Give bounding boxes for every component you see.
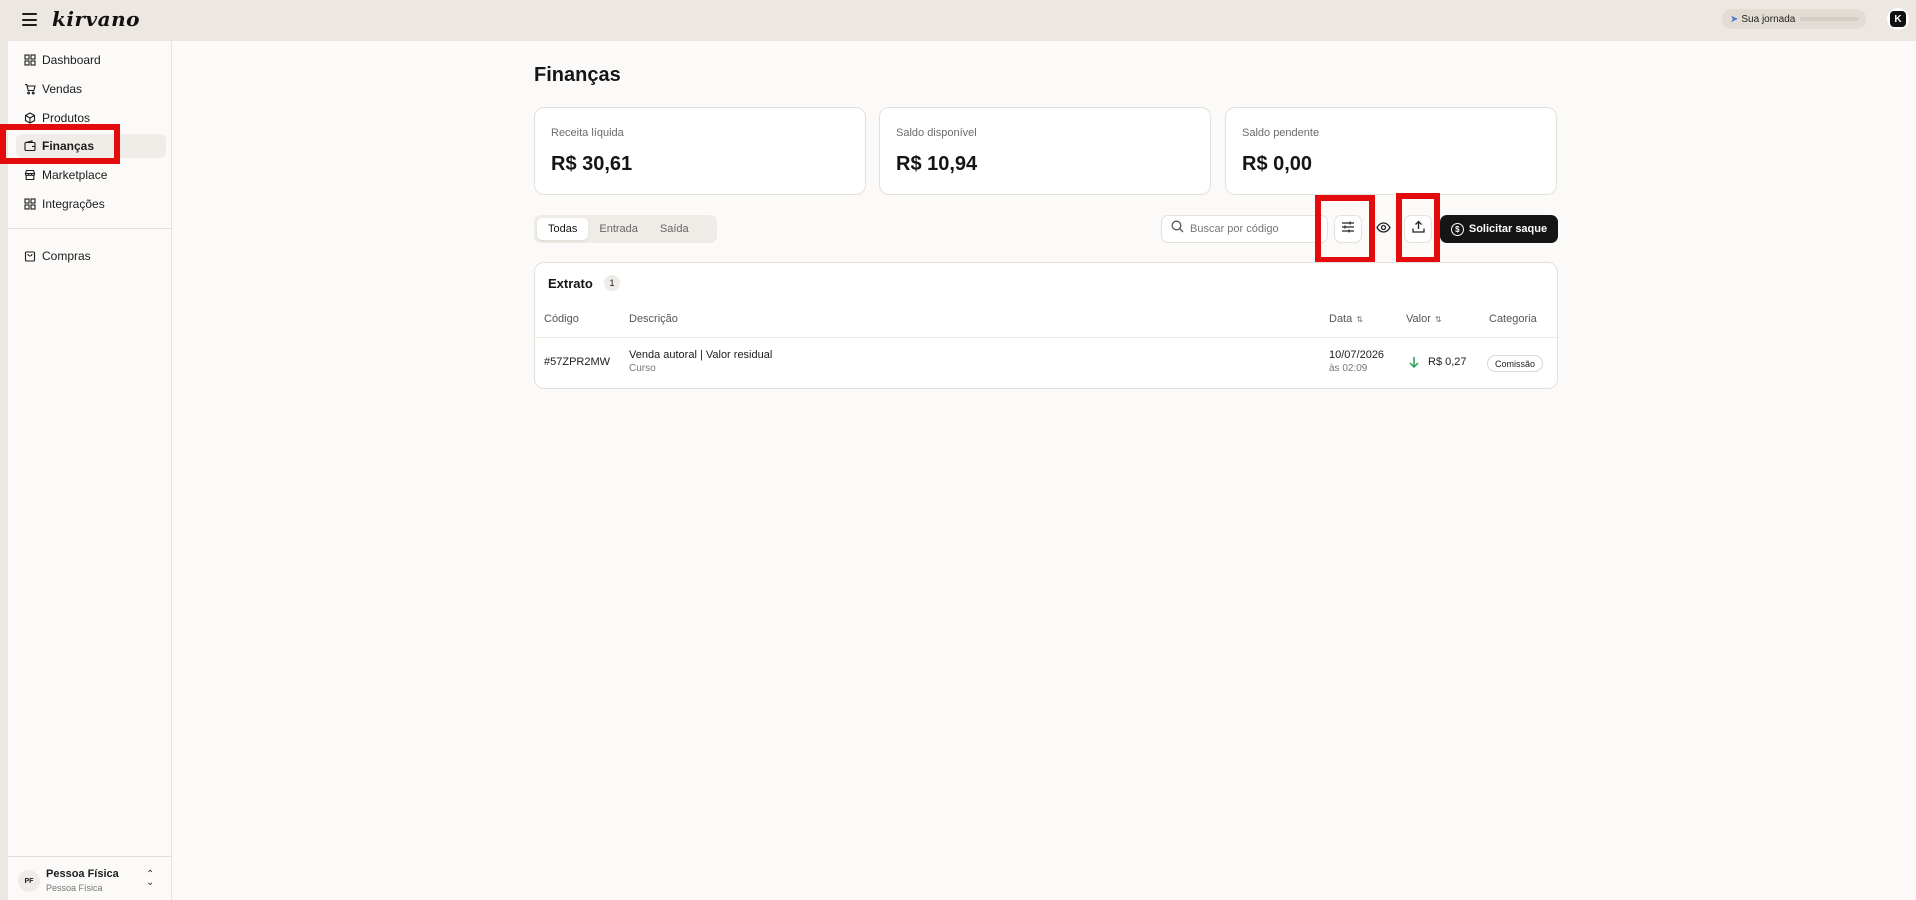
- sidebar-item-label: Finanças: [42, 139, 95, 153]
- journey-progress[interactable]: ➤ Sua jornada: [1722, 9, 1866, 29]
- sidebar-item-label: Integrações: [42, 197, 105, 211]
- menu-icon[interactable]: [22, 13, 37, 26]
- eye-icon: [1375, 220, 1391, 238]
- sidebar-item-label: Marketplace: [42, 168, 108, 182]
- row-date: 10/07/2026: [1329, 349, 1385, 361]
- column-header-data[interactable]: Data ⇅: [1329, 313, 1363, 325]
- row-time: às 02:09: [1329, 363, 1368, 374]
- sidebar-item-label: Produtos: [42, 111, 91, 125]
- card-value: R$ 10,94: [896, 153, 978, 175]
- sidebar-item-integracoes[interactable]: Integrações: [16, 192, 166, 216]
- profile-initials: PF: [18, 870, 40, 892]
- sort-icon: ⇅: [1356, 315, 1363, 324]
- sidebar-item-label: Dashboard: [42, 53, 101, 67]
- rocket-icon: ➤: [1730, 13, 1739, 25]
- column-header-valor[interactable]: Valor ⇅: [1406, 313, 1442, 325]
- sidebar-item-compras[interactable]: Compras: [16, 244, 166, 268]
- statement-table: Extrato 1 Código Descrição Data ⇅ Valor ⇅ …: [534, 262, 1558, 389]
- row-description-sub: Curso: [629, 363, 656, 374]
- card-receita-liquida: Receita líquida R$ 30,61: [534, 107, 866, 195]
- profile-name: Pessoa Física: [46, 868, 119, 880]
- sidebar-item-financas[interactable]: Finanças: [16, 134, 166, 158]
- category-badge: Comissão: [1487, 355, 1544, 372]
- avatar-letter: K: [1890, 11, 1906, 27]
- page-title: Finanças: [534, 64, 621, 86]
- filter-tabs: Todas Entrada Saída: [534, 215, 717, 243]
- filter-button[interactable]: [1334, 215, 1362, 243]
- card-saldo-disponivel: Saldo disponível R$ 10,94: [879, 107, 1211, 195]
- grid-icon: [24, 54, 36, 66]
- upload-icon: [1411, 220, 1425, 238]
- profile-switcher[interactable]: PF Pessoa Física Pessoa Física ⌃ ⌄: [8, 856, 171, 900]
- sidebar-item-produtos[interactable]: Produtos: [16, 106, 166, 130]
- card-label: Saldo pendente: [1242, 127, 1320, 139]
- store-icon: [24, 169, 36, 181]
- sidebar-item-label: Compras: [42, 249, 91, 263]
- journey-progress-bar: [1800, 17, 1858, 21]
- search-icon: [1171, 220, 1184, 238]
- row-code[interactable]: #57ZPR2MW: [544, 356, 610, 368]
- sidebar: Dashboard Vendas Produtos Finanças Marke…: [8, 41, 172, 900]
- dollar-coin-icon: $: [1450, 222, 1464, 236]
- tab-entrada[interactable]: Entrada: [588, 218, 649, 240]
- left-edge: [0, 41, 8, 900]
- tab-todas[interactable]: Todas: [537, 218, 589, 240]
- request-withdrawal-button[interactable]: $ Solicitar saque: [1440, 215, 1558, 243]
- column-header-categoria: Categoria: [1489, 313, 1537, 325]
- avatar[interactable]: K: [1887, 8, 1909, 30]
- chevron-up-down-icon: ⌃ ⌄: [146, 869, 155, 888]
- sidebar-divider: [8, 228, 171, 229]
- top-bar: kirvano ➤ Sua jornada K: [0, 0, 1916, 41]
- arrow-down-icon: [1409, 357, 1419, 369]
- search-box: [1161, 215, 1328, 243]
- cart-icon: [24, 83, 36, 95]
- withdraw-label: Solicitar saque: [1468, 223, 1548, 235]
- sidebar-item-label: Vendas: [42, 82, 83, 96]
- sliders-icon: [1341, 220, 1355, 238]
- card-saldo-pendente: Saldo pendente R$ 0,00: [1225, 107, 1557, 195]
- row-value: R$ 0,27: [1428, 356, 1467, 368]
- header-divider: [535, 337, 1557, 338]
- card-value: R$ 30,61: [551, 153, 633, 175]
- statement-title: Extrato: [548, 276, 593, 291]
- card-label: Saldo disponível: [896, 127, 977, 139]
- bag-icon: [24, 250, 36, 262]
- sidebar-item-vendas[interactable]: Vendas: [16, 77, 166, 101]
- sort-icon: ⇅: [1434, 315, 1442, 324]
- apps-icon: [24, 198, 36, 210]
- row-description: Venda autoral | Valor residual: [629, 349, 773, 361]
- kirvano-logo[interactable]: kirvano: [52, 7, 140, 31]
- column-header-descricao: Descrição: [629, 313, 678, 325]
- statement-count-badge: 1: [604, 275, 620, 291]
- card-value: R$ 0,00: [1242, 153, 1313, 175]
- profile-type: Pessoa Física: [46, 883, 103, 893]
- journey-label: Sua jornada: [1741, 13, 1796, 25]
- search-input[interactable]: [1190, 223, 1320, 235]
- sidebar-item-dashboard[interactable]: Dashboard: [16, 48, 166, 72]
- column-header-codigo: Código: [544, 313, 579, 325]
- sidebar-item-marketplace[interactable]: Marketplace: [16, 163, 166, 187]
- export-button[interactable]: [1404, 215, 1432, 243]
- card-label: Receita líquida: [551, 127, 624, 139]
- box-icon: [24, 112, 36, 124]
- wallet-icon: [24, 140, 36, 152]
- tab-saida[interactable]: Saída: [649, 218, 700, 240]
- toggle-visibility-button[interactable]: [1372, 217, 1394, 241]
